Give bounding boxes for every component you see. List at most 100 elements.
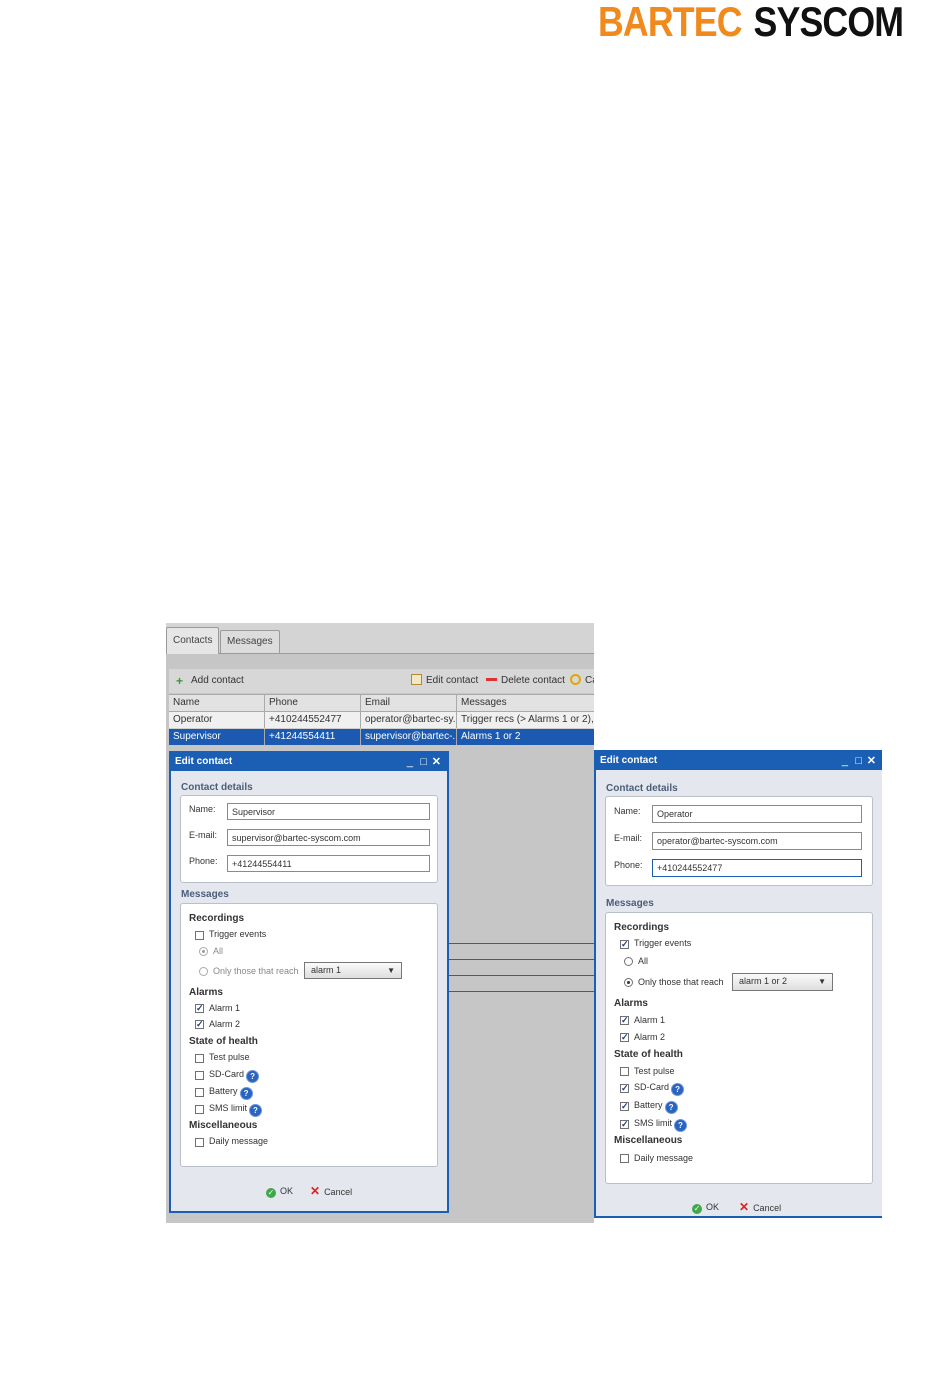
cell-name: Supervisor (169, 729, 265, 745)
alarm1-checkbox[interactable]: ✓ (620, 1016, 629, 1025)
trigger-events-checkbox[interactable]: ✓ (620, 940, 629, 949)
sms-limit-checkbox[interactable] (195, 1105, 204, 1114)
tab-messages[interactable]: Messages (220, 630, 280, 653)
test-pulse-checkbox[interactable] (195, 1054, 204, 1063)
help-icon[interactable]: ? (249, 1104, 262, 1117)
name-field[interactable]: Operator (652, 805, 862, 823)
test-pulse-label: Test pulse (209, 1052, 250, 1062)
battery-checkbox[interactable] (195, 1088, 204, 1097)
alarm-level-select[interactable]: alarm 1 ▼ (304, 962, 402, 979)
battery-checkbox[interactable]: ✓ (620, 1102, 629, 1111)
alarm-level-select[interactable]: alarm 1 or 2 ▼ (732, 973, 833, 991)
toolbar: + Add contact Edit contact Delete contact… (169, 669, 594, 693)
cancel-toolbar-label: Ca (585, 675, 594, 686)
table-row[interactable]: Operator +410244552477 operator@bartec-s… (169, 712, 594, 729)
col-name-header[interactable]: Name (169, 695, 265, 711)
cell-name: Operator (169, 712, 265, 728)
help-icon[interactable]: ? (671, 1083, 685, 1096)
close-icon[interactable]: ✕ (432, 753, 441, 771)
plus-icon: + (176, 674, 184, 688)
help-icon[interactable]: ? (674, 1119, 687, 1132)
battery-label: Battery (634, 1100, 663, 1110)
alarm2-label: Alarm 2 (209, 1019, 241, 1029)
x-icon: ✕ (310, 1184, 321, 1198)
daily-message-label: Daily message (209, 1136, 269, 1146)
table-row[interactable]: Supervisor +41244554411 supervisor@barte… (169, 729, 594, 745)
email-label: E-mail: (614, 833, 643, 843)
col-phone-header[interactable]: Phone (265, 695, 361, 711)
add-contact-button[interactable]: + Add contact (176, 674, 244, 688)
help-icon[interactable]: ? (664, 1101, 678, 1114)
sms-limit-label: SMS limit (209, 1103, 247, 1113)
contacts-app: Contacts Messages + Add contact Edit cont… (166, 623, 594, 1223)
all-radio[interactable] (624, 957, 633, 966)
alarm-level-value: alarm 1 or 2 (739, 976, 788, 986)
messages-box: Recordings ✓ Trigger events All Only tho… (605, 912, 873, 1184)
contact-details-title: Contact details (606, 783, 678, 794)
contact-details-box: Name: Supervisor E-mail: supervisor@bart… (180, 795, 438, 883)
only-those-radio[interactable] (624, 978, 633, 987)
sd-card-checkbox[interactable]: ✓ (620, 1084, 629, 1093)
all-label: All (638, 956, 649, 966)
check-icon: ✓ (266, 1188, 276, 1198)
col-messages-header[interactable]: Messages (457, 695, 594, 711)
only-those-radio[interactable] (199, 967, 208, 976)
daily-message-checkbox[interactable] (620, 1154, 629, 1163)
cancel-toolbar-button[interactable]: Ca (570, 674, 594, 688)
minimize-icon[interactable]: _ (407, 753, 413, 771)
undo-icon (570, 674, 581, 685)
sd-card-label: SD-Card (209, 1069, 245, 1079)
sms-limit-option: SMS limit? (209, 1103, 262, 1117)
edit-contact-label: Edit contact (426, 675, 479, 686)
brand-part1: BARTEC (598, 0, 743, 45)
edit-contact-button[interactable]: Edit contact (411, 674, 478, 688)
help-icon[interactable]: ? (239, 1087, 253, 1100)
messages-title: Messages (606, 898, 654, 909)
daily-message-checkbox[interactable] (195, 1138, 204, 1147)
cell-phone: +41244554411 (265, 729, 361, 745)
grid-header: Name Phone Email Messages (169, 694, 594, 712)
minimize-icon[interactable]: _ (842, 752, 848, 770)
phone-field[interactable]: +41244554411 (227, 855, 430, 872)
trigger-events-checkbox[interactable] (195, 931, 204, 940)
alarm1-checkbox[interactable]: ✓ (195, 1004, 204, 1013)
cell-messages: Alarms 1 or 2 (461, 731, 521, 742)
check-icon: ✓ (692, 1204, 702, 1214)
name-label: Name: (189, 804, 216, 814)
messages-box: Recordings Trigger events All Only those… (180, 903, 438, 1167)
maximize-icon[interactable]: □ (855, 752, 862, 770)
alarm2-checkbox[interactable]: ✓ (195, 1020, 204, 1029)
contacts-grid: Name Phone Email Messages Operator +4102… (169, 694, 594, 745)
x-icon: ✕ (739, 1200, 750, 1214)
delete-contact-button[interactable]: Delete contact (486, 674, 565, 688)
sd-card-checkbox[interactable] (195, 1071, 204, 1080)
test-pulse-checkbox[interactable] (620, 1067, 629, 1076)
ok-button[interactable]: ✓ OK (692, 1202, 719, 1214)
maximize-icon[interactable]: □ (420, 753, 427, 771)
phone-field[interactable]: +410244552477 (652, 859, 862, 877)
trigger-events-label: Trigger events (634, 938, 692, 948)
ok-label: OK (280, 1186, 294, 1196)
help-icon[interactable]: ? (246, 1070, 260, 1083)
cell-phone: +410244552477 (265, 712, 361, 728)
col-email-header[interactable]: Email (361, 695, 457, 711)
delete-contact-label: Delete contact (501, 675, 565, 686)
alarm2-checkbox[interactable]: ✓ (620, 1033, 629, 1042)
email-field[interactable]: supervisor@bartec-syscom.com (227, 829, 430, 846)
email-field[interactable]: operator@bartec-syscom.com (652, 832, 862, 850)
name-label: Name: (614, 806, 641, 816)
ok-button[interactable]: ✓ OK (266, 1186, 293, 1198)
sd-card-label: SD-Card (634, 1082, 670, 1092)
all-radio[interactable] (199, 947, 208, 956)
close-icon[interactable]: ✕ (867, 752, 876, 770)
cancel-button[interactable]: ✕ Cancel (310, 1184, 352, 1198)
cancel-button[interactable]: ✕ Cancel (739, 1200, 781, 1214)
daily-message-label: Daily message (634, 1153, 694, 1163)
tab-contacts[interactable]: Contacts (166, 627, 220, 654)
name-field[interactable]: Supervisor (227, 803, 430, 820)
grid-divider (446, 943, 594, 944)
sms-limit-checkbox[interactable]: ✓ (620, 1120, 629, 1129)
recordings-heading: Recordings (189, 913, 245, 924)
edit-icon (411, 674, 422, 685)
add-contact-label: Add contact (191, 675, 244, 686)
